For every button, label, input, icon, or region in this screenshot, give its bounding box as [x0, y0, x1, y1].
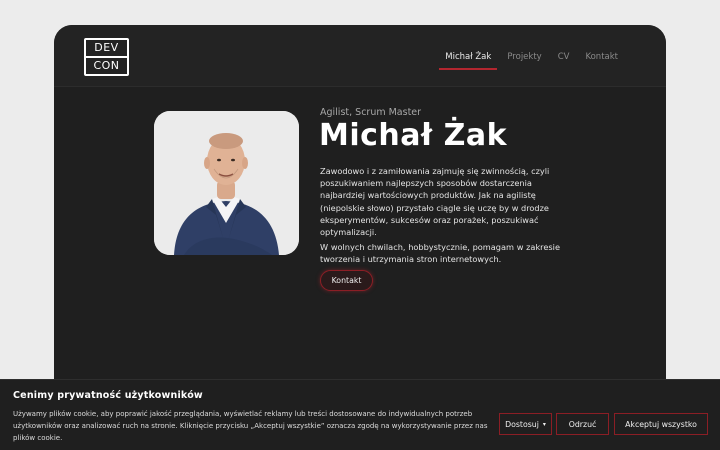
profile-photo: [154, 111, 299, 255]
profile-bio: Zawodowo i z zamiłowania zajmuję się zwi…: [320, 166, 550, 238]
logo-text-top: DEV: [94, 41, 119, 55]
site-header: DEV CON Michał Żak Projekty CV Kontakt: [54, 25, 666, 87]
cookie-banner: Cenimy prywatność użytkowników Używamy p…: [0, 379, 720, 450]
nav-item-kontakt[interactable]: Kontakt: [577, 47, 626, 70]
portrait-image: [154, 111, 299, 255]
contact-button[interactable]: Kontakt: [320, 270, 373, 291]
cookie-accept-button[interactable]: Akceptuj wszystko: [614, 413, 708, 435]
site-container: DEV CON Michał Żak Projekty CV Kontakt A…: [54, 25, 666, 385]
chevron-down-icon: ▾: [542, 420, 546, 428]
nav-item-michal-zak[interactable]: Michał Żak: [437, 47, 499, 70]
cookie-text: Używamy plików cookie, aby poprawić jako…: [13, 410, 488, 442]
cookie-customize-button[interactable]: Dostosuj ▾: [499, 413, 552, 435]
cookie-reject-button[interactable]: Odrzuć: [556, 413, 609, 435]
nav-item-cv[interactable]: CV: [550, 47, 578, 70]
profile-name: Michał Żak: [319, 118, 508, 153]
main-nav: Michał Żak Projekty CV Kontakt: [437, 47, 626, 70]
cookie-title: Cenimy prywatność użytkowników: [13, 390, 203, 401]
profile-subtitle: Agilist, Scrum Master: [320, 107, 422, 118]
profile-bio-hobby: W wolnych chwilach, hobbystycznie, pomag…: [320, 242, 560, 265]
devcon-logo[interactable]: DEV CON: [84, 38, 129, 76]
cookie-customize-label: Dostosuj: [505, 419, 539, 429]
logo-text-bottom: CON: [93, 58, 120, 72]
nav-item-projekty[interactable]: Projekty: [499, 47, 549, 70]
logo-divider: [86, 56, 127, 58]
